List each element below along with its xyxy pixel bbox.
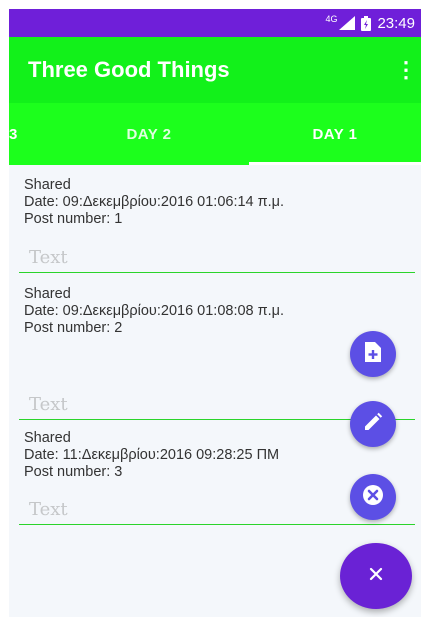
cancel-icon [362, 484, 384, 511]
tab-day-2[interactable]: DAY 2 [49, 103, 249, 165]
tab-label: DAY 1 [312, 125, 358, 143]
status-bar: 4G 23:49 [9, 9, 421, 37]
network-type: 4G [325, 14, 338, 24]
signal-icon [339, 16, 356, 30]
close-menu-button[interactable] [340, 543, 412, 609]
cancel-button[interactable] [350, 474, 396, 520]
overflow-menu-icon[interactable]: ⋮ [395, 57, 417, 83]
add-note-button[interactable] [350, 331, 396, 377]
post-status: Shared [24, 286, 71, 302]
post-text-input[interactable]: Text [19, 243, 415, 273]
note-add-icon [363, 341, 383, 368]
post-status: Shared [24, 177, 71, 193]
battery-icon [361, 15, 372, 31]
edit-button[interactable] [350, 401, 396, 447]
app-bar: Three Good Things ⋮ [9, 37, 421, 103]
post-date: Date: 09:Δεκεμβρίου:2016 01:08:08 π.μ. [24, 303, 285, 319]
post-item: Shared Date: 09:Δεκεμβρίου:2016 01:08:08… [9, 286, 421, 337]
post-item: Shared Date: 09:Δεκεμβρίου:2016 01:06:14… [9, 177, 421, 228]
tab-day-1[interactable]: DAY 1 [249, 103, 421, 165]
tab-label: DAY 2 [126, 125, 172, 143]
close-icon [369, 567, 383, 586]
post-date: Date: 11:Δεκεμβρίου:2016 09:28:25 ΠΜ [24, 447, 280, 463]
clock: 23:49 [377, 14, 415, 32]
edit-icon [363, 412, 383, 437]
tab-label: 3 [9, 125, 18, 143]
post-number: Post number: 1 [24, 211, 123, 227]
post-date: Date: 09:Δεκεμβρίου:2016 01:06:14 π.μ. [24, 194, 285, 210]
tab-bar: 3 DAY 2 DAY 1 [9, 103, 421, 165]
tab-day-3[interactable]: 3 [9, 103, 49, 165]
app-title: Three Good Things [28, 57, 230, 82]
